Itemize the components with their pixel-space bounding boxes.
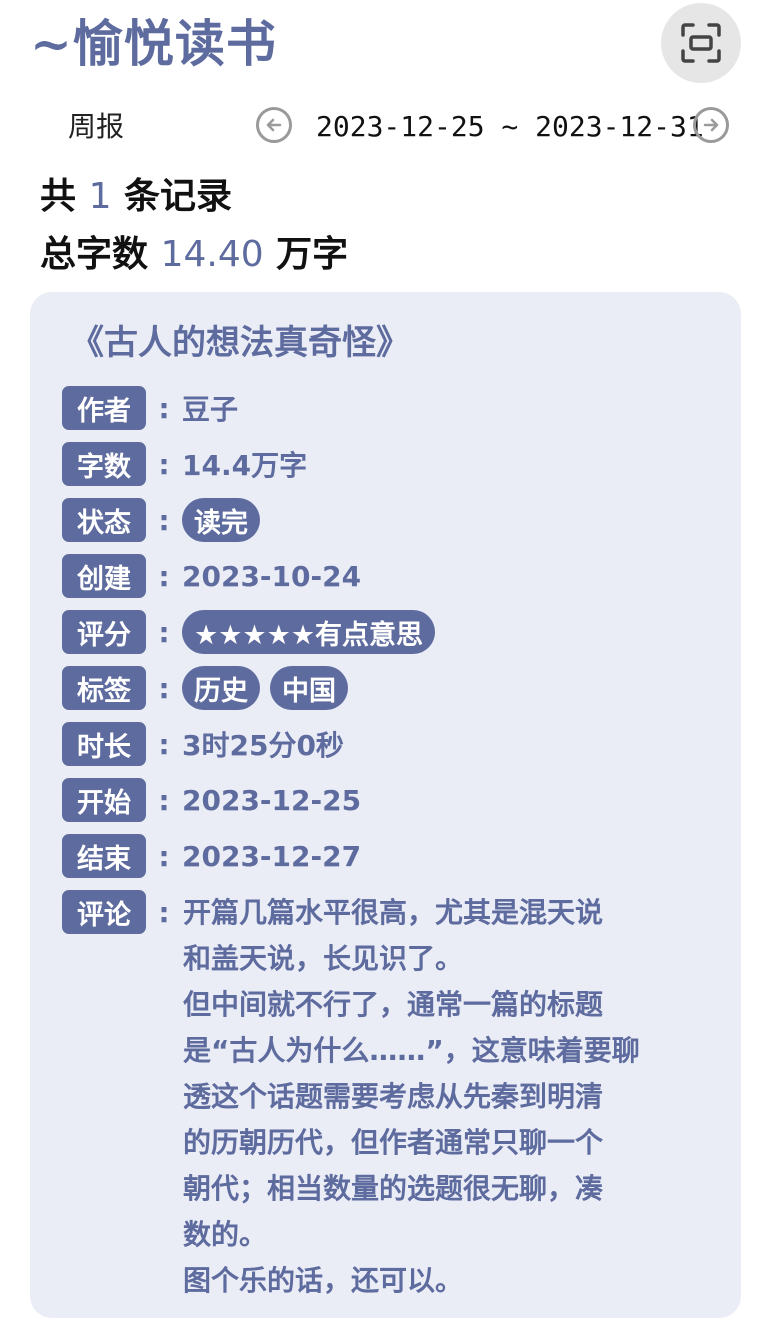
book-title[interactable]: 《古人的想法真奇怪》	[70, 318, 410, 368]
date-range: 2023-12-25 ~ 2023-12-31	[316, 110, 704, 143]
comment-text: 开篇几篇水平很高，尤其是混天说 和盖天说，长见识了。 但中间就不行了，通常一篇的…	[183, 896, 640, 1297]
record-count-value: 1	[88, 176, 112, 217]
author-row: 作者 : 豆子	[62, 384, 238, 432]
start-label: 开始	[62, 778, 146, 822]
comment-row: 评论 :	[62, 888, 182, 936]
total-words-prefix: 总字数	[40, 234, 149, 275]
record-count-prefix: 共	[40, 176, 77, 217]
separator: :	[158, 783, 170, 817]
tag-badge[interactable]: 历史	[182, 666, 260, 710]
duration-row: 时长 : 3时25分0秒	[62, 720, 344, 768]
total-words-value: 14.40	[160, 234, 264, 275]
total-words-suffix: 万字	[276, 234, 349, 275]
duration-label: 时长	[62, 722, 146, 766]
separator: :	[158, 391, 170, 425]
period-type-selector[interactable]: 周报	[68, 106, 124, 148]
arrow-left-icon	[266, 118, 282, 132]
status-label: 状态	[62, 498, 146, 542]
start-row: 开始 : 2023-12-25	[62, 776, 361, 824]
tags-label: 标签	[62, 666, 146, 710]
separator: :	[158, 559, 170, 593]
rating-label: 评分	[62, 610, 146, 654]
words-label: 字数	[62, 442, 146, 486]
words-row: 字数 : 14.4万字	[62, 440, 307, 488]
end-row: 结束 : 2023-12-27	[62, 832, 361, 880]
start-value: 2023-12-25	[182, 783, 362, 817]
status-row: 状态 : 读完	[62, 496, 270, 544]
duration-value: 3时25分0秒	[182, 729, 344, 762]
separator: :	[158, 671, 170, 705]
record-count: 共 1 条记录	[40, 172, 232, 222]
tag-badge[interactable]: 中国	[270, 666, 348, 710]
author-label: 作者	[62, 386, 146, 430]
separator: :	[158, 839, 170, 873]
comment-label: 评论	[62, 890, 146, 934]
scan-button[interactable]	[661, 3, 741, 83]
status-badge: 读完	[182, 498, 260, 542]
separator: :	[158, 895, 170, 929]
rating-row: 评分 : ★★★★★有点意思	[62, 608, 445, 656]
next-period-button[interactable]	[693, 107, 729, 143]
created-row: 创建 : 2023-10-24	[62, 552, 361, 600]
app-title: ~愉悦读书	[30, 14, 277, 73]
arrow-right-icon	[703, 118, 719, 132]
words-value: 14.4万字	[182, 449, 308, 482]
created-value: 2023-10-24	[182, 559, 362, 593]
end-label: 结束	[62, 834, 146, 878]
end-value: 2023-12-27	[182, 839, 362, 873]
created-label: 创建	[62, 554, 146, 598]
scan-icon	[681, 23, 721, 63]
separator: :	[158, 615, 170, 649]
rating-badge: ★★★★★有点意思	[182, 610, 436, 654]
separator: :	[158, 447, 170, 481]
separator: :	[158, 503, 170, 537]
separator: :	[158, 727, 170, 761]
author-value: 豆子	[182, 393, 239, 426]
tags-row: 标签 : 历史 中国	[62, 664, 358, 712]
previous-period-button[interactable]	[256, 107, 292, 143]
record-count-suffix: 条记录	[124, 176, 233, 217]
total-words: 总字数 14.40 万字	[40, 230, 348, 280]
